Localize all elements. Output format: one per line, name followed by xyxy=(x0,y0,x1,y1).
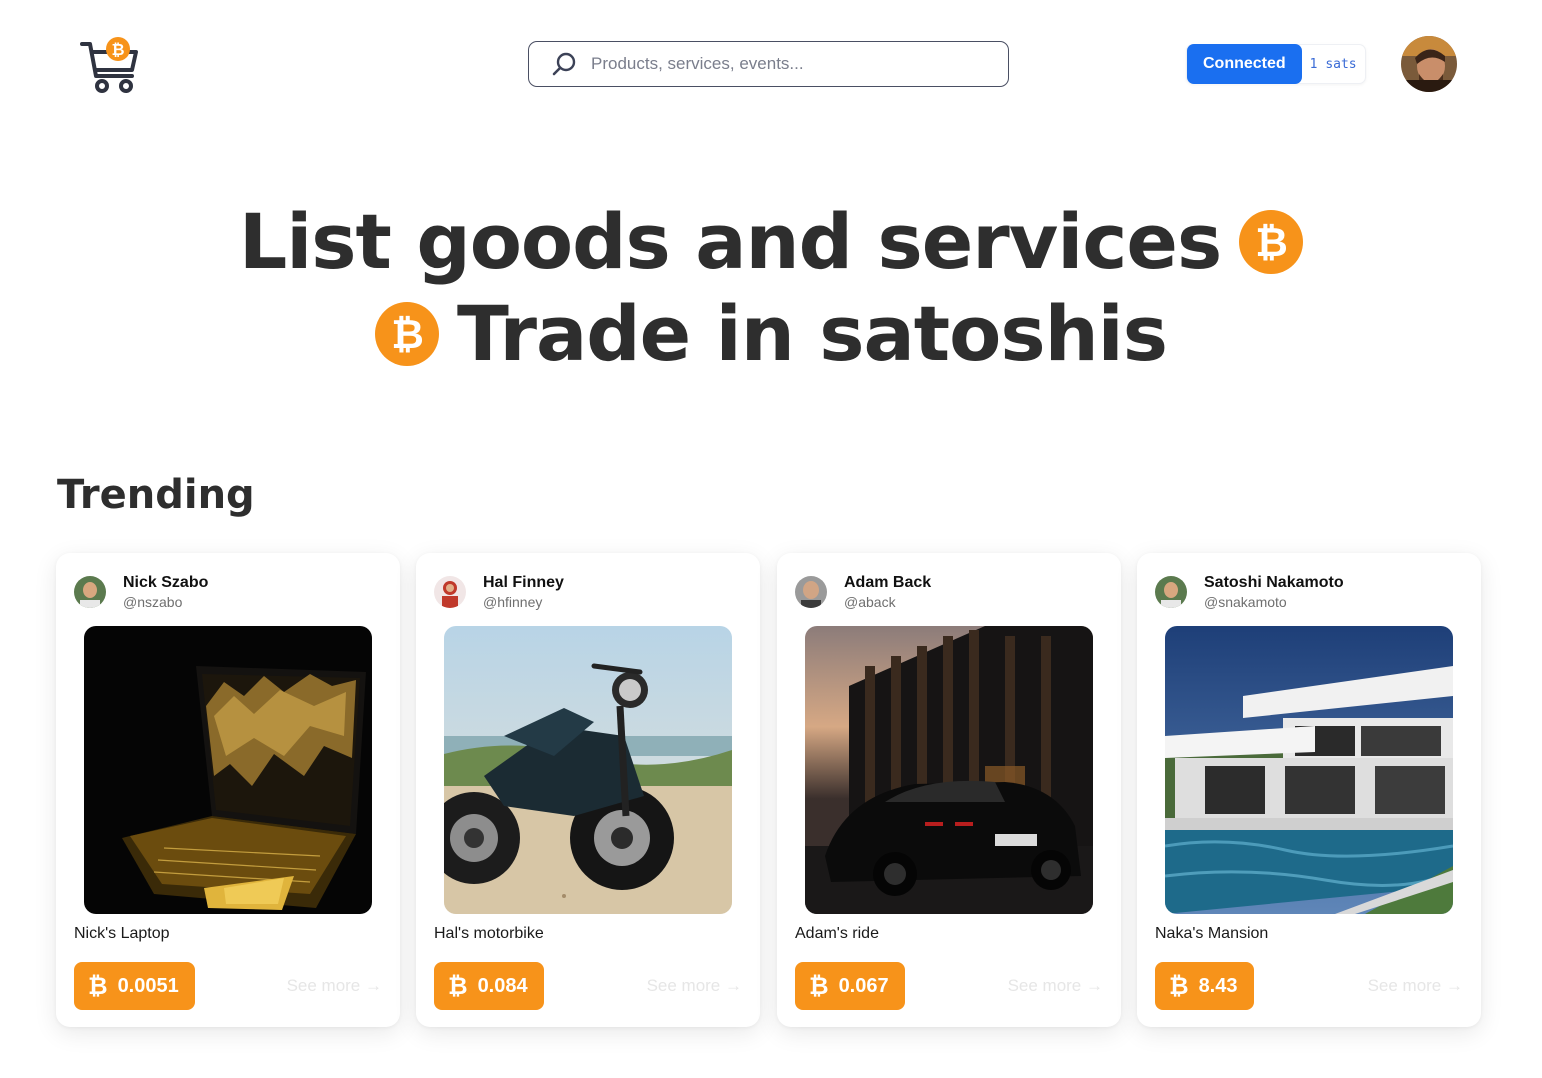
seller-name: Hal Finney xyxy=(483,574,564,591)
price-value: 0.067 xyxy=(838,974,889,997)
bitcoin-symbol-icon: ₿ xyxy=(1169,971,1189,1000)
search-icon xyxy=(552,52,576,76)
balance-display: 1 sats xyxy=(1309,56,1357,72)
seller-handle: @nszabo xyxy=(123,594,183,610)
page: ₿ Connected 1 sats List goods and servic… xyxy=(0,0,1542,1078)
seller-info[interactable]: Adam Back @aback xyxy=(795,573,931,611)
see-more-link[interactable]: See more → xyxy=(1368,976,1463,996)
seller-avatar[interactable] xyxy=(795,576,827,608)
product-card[interactable]: Nick Szabo @nszabo Nick's Laptop ₿ 0.005… xyxy=(56,553,400,1027)
seller-avatar[interactable] xyxy=(74,576,106,608)
trending-title: Trending xyxy=(57,472,255,518)
hero-heading: List goods and services ₿ ₿ Trade in sat… xyxy=(0,196,1542,380)
svg-text:₿: ₿ xyxy=(391,312,423,358)
bitcoin-symbol-icon: ₿ xyxy=(448,971,468,1000)
price-value: 0.0051 xyxy=(117,974,179,997)
product-image[interactable] xyxy=(84,626,372,914)
see-more-link[interactable]: See more → xyxy=(647,976,742,996)
seller-handle: @snakamoto xyxy=(1204,594,1287,610)
cart-logo-icon[interactable]: ₿ xyxy=(80,34,140,96)
seller-info[interactable]: Satoshi Nakamoto @snakamoto xyxy=(1155,573,1344,611)
product-title[interactable]: Adam's ride xyxy=(795,925,879,943)
hero-line-2: ₿ Trade in satoshis xyxy=(0,288,1542,380)
see-more-link[interactable]: See more → xyxy=(287,976,382,996)
product-image[interactable] xyxy=(444,626,732,914)
price-value: 0.084 xyxy=(477,974,528,997)
search-input[interactable] xyxy=(591,54,971,74)
product-card[interactable]: Satoshi Nakamoto @snakamoto Naka's Mansi… xyxy=(1137,553,1481,1027)
connected-button[interactable]: Connected xyxy=(1187,44,1302,84)
price-button[interactable]: ₿ 8.43 xyxy=(1155,962,1254,1010)
svg-text:₿: ₿ xyxy=(1255,220,1287,266)
bitcoin-symbol-icon: ₿ xyxy=(88,971,108,1000)
bitcoin-coin-icon: ₿ xyxy=(1239,210,1304,274)
product-title[interactable]: Nick's Laptop xyxy=(74,925,170,943)
product-title[interactable]: Hal's motorbike xyxy=(434,925,544,943)
seller-avatar[interactable] xyxy=(434,576,466,608)
seller-info[interactable]: Hal Finney @hfinney xyxy=(434,573,564,611)
hero-line-2-text: Trade in satoshis xyxy=(457,289,1168,378)
bitcoin-coin-icon: ₿ xyxy=(375,302,439,366)
search-bar[interactable] xyxy=(528,41,1009,87)
seller-handle: @aback xyxy=(844,594,896,610)
product-title[interactable]: Naka's Mansion xyxy=(1155,925,1268,943)
price-value: 8.43 xyxy=(1198,974,1238,997)
price-button[interactable]: ₿ 0.084 xyxy=(434,962,544,1010)
svg-text:₿: ₿ xyxy=(111,40,124,59)
product-image[interactable] xyxy=(805,626,1093,914)
seller-avatar[interactable] xyxy=(1155,576,1187,608)
seller-name: Nick Szabo xyxy=(123,574,209,591)
seller-name: Satoshi Nakamoto xyxy=(1204,574,1344,591)
wallet-widget: Connected 1 sats xyxy=(1186,44,1366,84)
seller-name: Adam Back xyxy=(844,574,932,591)
hero-line-1-text: List goods and services xyxy=(238,197,1222,286)
product-card[interactable]: Adam Back @aback Adam's ride ₿ 0.067 See… xyxy=(777,553,1121,1027)
price-button[interactable]: ₿ 0.0051 xyxy=(74,962,195,1010)
product-image[interactable] xyxy=(1165,626,1453,914)
price-button[interactable]: ₿ 0.067 xyxy=(795,962,905,1010)
user-avatar[interactable] xyxy=(1401,36,1457,92)
see-more-link[interactable]: See more → xyxy=(1008,976,1103,996)
seller-handle: @hfinney xyxy=(483,594,543,610)
seller-info[interactable]: Nick Szabo @nszabo xyxy=(74,573,208,611)
hero-line-1: List goods and services ₿ xyxy=(0,196,1542,288)
product-card[interactable]: Hal Finney @hfinney Hal's motorbike ₿ 0.… xyxy=(416,553,760,1027)
bitcoin-symbol-icon: ₿ xyxy=(809,971,829,1000)
